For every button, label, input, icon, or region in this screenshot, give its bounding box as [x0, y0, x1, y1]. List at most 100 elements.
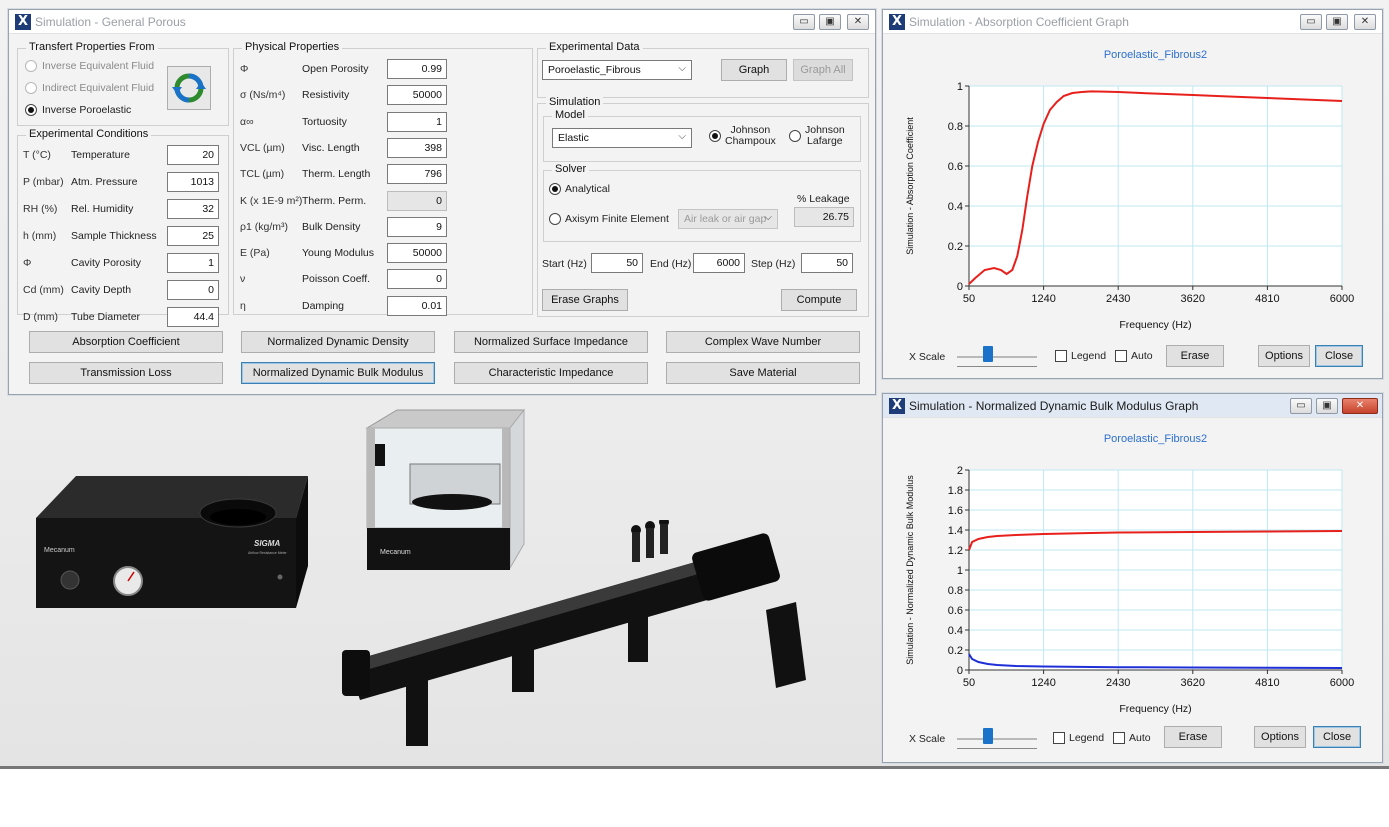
save-material-button[interactable]: Save Material — [666, 362, 860, 384]
divider — [0, 766, 1389, 769]
erase-button[interactable]: Erase — [1166, 345, 1224, 367]
property-name: Resistivity — [302, 89, 350, 102]
y-tick-label: 0.2 — [948, 645, 963, 657]
legend-checkbox[interactable] — [1055, 350, 1067, 362]
property-symbol: η — [240, 299, 246, 312]
window-title: Simulation - Absorption Coefficient Grap… — [909, 15, 1129, 29]
radio-analytical[interactable] — [549, 183, 561, 195]
minimize-icon[interactable]: ▭ — [1300, 14, 1322, 30]
sigma-sub-label: Airflow Resistance Meter — [248, 551, 288, 555]
property-field[interactable]: 0.99 — [387, 59, 447, 79]
x-scale-slider-thumb[interactable] — [983, 346, 993, 362]
app-icon: X — [889, 398, 905, 414]
property-name: Therm. Length — [302, 168, 371, 181]
transmission-loss-button[interactable]: Transmission Loss — [29, 362, 223, 384]
property-field[interactable]: 796 — [387, 164, 447, 185]
x-scale-slider[interactable] — [957, 356, 1037, 358]
radio-johnson-champoux[interactable] — [709, 130, 721, 142]
close-icon[interactable]: ✕ — [1354, 14, 1376, 30]
graph-all-button[interactable]: Graph All — [793, 59, 853, 81]
air-leak-select[interactable]: Air leak or air gap ⌵ — [678, 209, 778, 229]
y-tick-label: 0.6 — [948, 605, 963, 617]
condition-field[interactable]: 0 — [167, 280, 219, 300]
end-field[interactable]: 6000 — [693, 253, 745, 273]
leakage-field[interactable]: 26.75 — [794, 207, 854, 227]
y-tick-label: 1.8 — [948, 485, 963, 497]
property-field[interactable]: 0 — [387, 190, 447, 211]
x-tick-label: 3620 — [1181, 293, 1205, 305]
condition-field[interactable]: 44.4 — [167, 307, 219, 327]
minimize-icon[interactable]: ▭ — [1290, 398, 1312, 414]
erase-graphs-button[interactable]: Erase Graphs — [542, 289, 628, 311]
auto-checkbox[interactable] — [1115, 350, 1127, 362]
condition-field[interactable]: 25 — [167, 226, 219, 246]
radio-inverse-poroelastic[interactable] — [25, 104, 37, 116]
chevron-down-icon: ⌵ — [764, 212, 772, 223]
x-scale-slider[interactable] — [957, 738, 1037, 740]
condition-name: Cavity Porosity — [71, 257, 142, 269]
condition-field[interactable]: 1013 — [167, 172, 219, 192]
absorption-coefficient-button[interactable]: Absorption Coefficient — [29, 331, 223, 353]
property-field[interactable]: 1 — [387, 111, 447, 132]
chart-title: Poroelastic_Fibrous2 — [1104, 433, 1207, 445]
graph-button[interactable]: Graph — [721, 59, 787, 81]
condition-name: Atm. Pressure — [71, 176, 138, 188]
close-button[interactable]: Close — [1315, 345, 1363, 367]
options-button[interactable]: Options — [1258, 345, 1310, 367]
johnson-lafarge-label: Johnson Lafarge — [805, 124, 845, 147]
maximize-icon[interactable]: ▣ — [1326, 14, 1348, 30]
property-symbol: E (Pa) — [240, 247, 270, 260]
property-field[interactable]: 50000 — [387, 243, 447, 264]
condition-field[interactable]: 1 — [167, 253, 219, 273]
x-tick-label: 6000 — [1330, 677, 1354, 689]
x-scale-slider-thumb[interactable] — [983, 728, 993, 744]
main-titlebar: X Simulation - General Porous ▭ ▣ ✕ — [9, 10, 875, 34]
sigma-airflow-meter-image: Mecanum SIGMA Airflow Resistance Meter — [36, 476, 308, 608]
close-button[interactable]: Close — [1313, 726, 1361, 748]
compute-button[interactable]: Compute — [781, 289, 857, 311]
erase-button[interactable]: Erase — [1164, 726, 1222, 748]
close-icon[interactable]: ✕ — [1342, 398, 1378, 414]
y-axis-label: Simulation - Normalized Dynamic Bulk Mod… — [905, 475, 915, 665]
experimental-data-select[interactable]: Poroelastic_Fibrous ⌵ — [542, 60, 692, 80]
condition-field[interactable]: 32 — [167, 199, 219, 219]
options-button[interactable]: Options — [1254, 726, 1306, 748]
property-field[interactable]: 9 — [387, 216, 447, 237]
y-tick-label: 1.6 — [948, 505, 963, 517]
property-field[interactable]: 398 — [387, 137, 447, 158]
legend-label: Legend — [1071, 350, 1107, 362]
radio-indirect-equivalent-fluid[interactable] — [25, 82, 37, 94]
normalized-surface-impedance-button[interactable]: Normalized Surface Impedance — [454, 331, 648, 353]
property-field[interactable]: 0 — [387, 269, 447, 290]
radio-axisym-finite-element[interactable] — [549, 213, 561, 225]
auto-label: Auto — [1131, 350, 1153, 362]
y-tick-label: 0.2 — [948, 241, 963, 253]
radio-inverse-equivalent-fluid[interactable] — [25, 60, 37, 72]
property-field[interactable]: 50000 — [387, 85, 447, 106]
model-select[interactable]: Elastic ⌵ — [552, 128, 692, 148]
x-axis-label: Frequency (Hz) — [1119, 703, 1191, 715]
complex-wave-number-button[interactable]: Complex Wave Number — [666, 331, 860, 353]
y-tick-label: 1.4 — [948, 525, 963, 537]
normalized-dynamic-density-button[interactable]: Normalized Dynamic Density — [241, 331, 435, 353]
combo-value: Poroelastic_Fibrous — [548, 64, 641, 76]
property-name: Therm. Perm. — [302, 194, 367, 207]
refresh-button[interactable] — [167, 66, 211, 110]
condition-field[interactable]: 20 — [167, 145, 219, 165]
radio-johnson-lafarge[interactable] — [789, 130, 801, 142]
simulation-title: Simulation — [546, 96, 604, 108]
normalized-dynamic-bulk-modulus-button[interactable]: Normalized Dynamic Bulk Modulus — [241, 362, 435, 384]
maximize-icon[interactable]: ▣ — [819, 14, 841, 30]
characteristic-impedance-button[interactable]: Characteristic Impedance — [454, 362, 648, 384]
option-label: Indirect Equivalent Fluid — [42, 82, 155, 94]
auto-checkbox[interactable] — [1113, 732, 1125, 744]
property-field[interactable]: 0.01 — [387, 295, 447, 316]
close-icon[interactable]: ✕ — [847, 14, 869, 30]
y-tick-label: 1 — [957, 565, 963, 577]
legend-checkbox[interactable] — [1053, 732, 1065, 744]
start-field[interactable]: 50 — [591, 253, 643, 273]
step-field[interactable]: 50 — [801, 253, 853, 273]
minimize-icon[interactable]: ▭ — [793, 14, 815, 30]
maximize-icon[interactable]: ▣ — [1316, 398, 1338, 414]
y-tick-label: 0.8 — [948, 121, 963, 133]
